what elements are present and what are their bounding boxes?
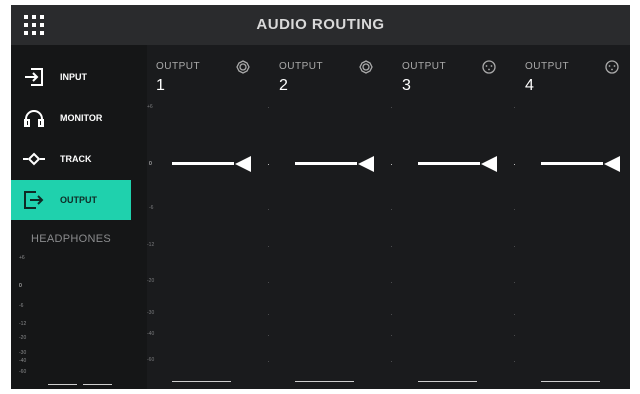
scale-label: -60: [147, 357, 155, 363]
scale-tick-dot: [391, 314, 392, 315]
channel-number: 3: [402, 77, 411, 94]
sidebar-item-label: TRACK: [60, 154, 92, 164]
output-2-level-line: [295, 162, 357, 165]
output-4-fader-handle[interactable]: [604, 156, 620, 172]
channel-label: OUTPUT: [402, 61, 447, 72]
output-1-fader-handle[interactable]: [235, 156, 251, 172]
track-icon: [23, 152, 45, 166]
scale-label: +6: [147, 104, 153, 110]
top-bar: AUDIO ROUTING: [11, 5, 630, 45]
sidebar-item-monitor[interactable]: MONITOR: [11, 98, 131, 138]
audio-routing-screen: AUDIO ROUTING INPUT MONITOR TRACK OUTPUT…: [11, 5, 630, 389]
headphones-meter-right: [83, 384, 112, 385]
scale-label: -6: [19, 303, 24, 309]
sidebar-item-label: INPUT: [60, 72, 87, 82]
sidebar-item-input[interactable]: INPUT: [11, 57, 131, 97]
scale-tick-dot: [268, 209, 269, 210]
output-icon: [24, 191, 44, 209]
output-4-meter: [541, 381, 600, 382]
output-2-fader-handle[interactable]: [358, 156, 374, 172]
channel-label: OUTPUT: [525, 61, 570, 72]
zero-marker: [268, 164, 269, 165]
scale-label: -12: [147, 242, 155, 248]
scale-label: -12: [19, 321, 27, 327]
scale-tick-dot: [514, 107, 515, 108]
sidebar-item-output[interactable]: OUTPUT: [11, 180, 131, 220]
scale-tick-dot: [514, 314, 515, 315]
scale-tick-dot: [391, 209, 392, 210]
output-3-meter: [418, 381, 477, 382]
xlr-icon[interactable]: [605, 60, 619, 74]
xlr-icon[interactable]: [482, 60, 496, 74]
scale-label: -40: [147, 331, 155, 337]
output-3-fader-handle[interactable]: [481, 156, 497, 172]
scale-label: -60: [19, 369, 27, 375]
scale-tick-dot: [268, 246, 269, 247]
scale-tick-dot: [391, 246, 392, 247]
scale-label: -30: [19, 350, 27, 356]
scale-label: -20: [19, 335, 27, 341]
output-4-level-line: [541, 162, 603, 165]
scale-tick-dot: [268, 107, 269, 108]
headphones-icon: [24, 110, 44, 127]
output-channel-1-header: OUTPUT 1: [156, 45, 256, 105]
scale-tick-dot: [391, 107, 392, 108]
scale-tick-dot: [514, 361, 515, 362]
output-1-meter: [172, 381, 231, 382]
output-channel-2-header: OUTPUT 2: [279, 45, 379, 105]
scale-label: -40: [19, 358, 27, 364]
sidebar-item-track[interactable]: TRACK: [11, 139, 131, 179]
scale-tick-dot: [268, 314, 269, 315]
scale-tick-dot: [391, 282, 392, 283]
zero-marker: [391, 164, 392, 165]
channel-number: 2: [279, 77, 288, 94]
scale-tick-dot: [514, 282, 515, 283]
output-channel-4-header: OUTPUT 4: [525, 45, 625, 105]
channel-number: 4: [525, 77, 534, 94]
input-icon: [25, 68, 43, 86]
output-2-meter: [295, 381, 354, 382]
scale-tick-dot: [514, 246, 515, 247]
scale-label: 0: [19, 283, 22, 289]
scale-tick-dot: [268, 335, 269, 336]
scale-label: +6: [19, 255, 25, 261]
page-title: AUDIO ROUTING: [256, 16, 385, 33]
scale-label: -30: [147, 310, 155, 316]
speaker-icon[interactable]: [359, 60, 373, 74]
sidebar-item-label: OUTPUT: [60, 195, 97, 205]
output-channel-3-header: OUTPUT 3: [402, 45, 502, 105]
zero-marker: [514, 164, 515, 165]
headphones-meter-left: [48, 384, 77, 385]
scale-tick-dot: [514, 335, 515, 336]
scale-tick-dot: [391, 335, 392, 336]
headphones-title: HEADPHONES: [31, 233, 112, 245]
scale-tick-dot: [268, 361, 269, 362]
channel-label: OUTPUT: [156, 61, 201, 72]
scale-label: -20: [147, 278, 155, 284]
speaker-icon[interactable]: [236, 60, 250, 74]
output-3-level-line: [418, 162, 480, 165]
channel-label: OUTPUT: [279, 61, 324, 72]
channel-number: 1: [156, 77, 165, 94]
scale-label: -6: [149, 205, 154, 211]
scale-label: 0: [149, 161, 152, 167]
output-1-level-line: [172, 162, 234, 165]
sidebar-item-label: MONITOR: [60, 113, 103, 123]
scale-tick-dot: [391, 361, 392, 362]
scale-tick-dot: [514, 209, 515, 210]
scale-tick-dot: [268, 282, 269, 283]
sidebar: INPUT MONITOR TRACK OUTPUT HEADPHONES +6…: [11, 45, 147, 389]
